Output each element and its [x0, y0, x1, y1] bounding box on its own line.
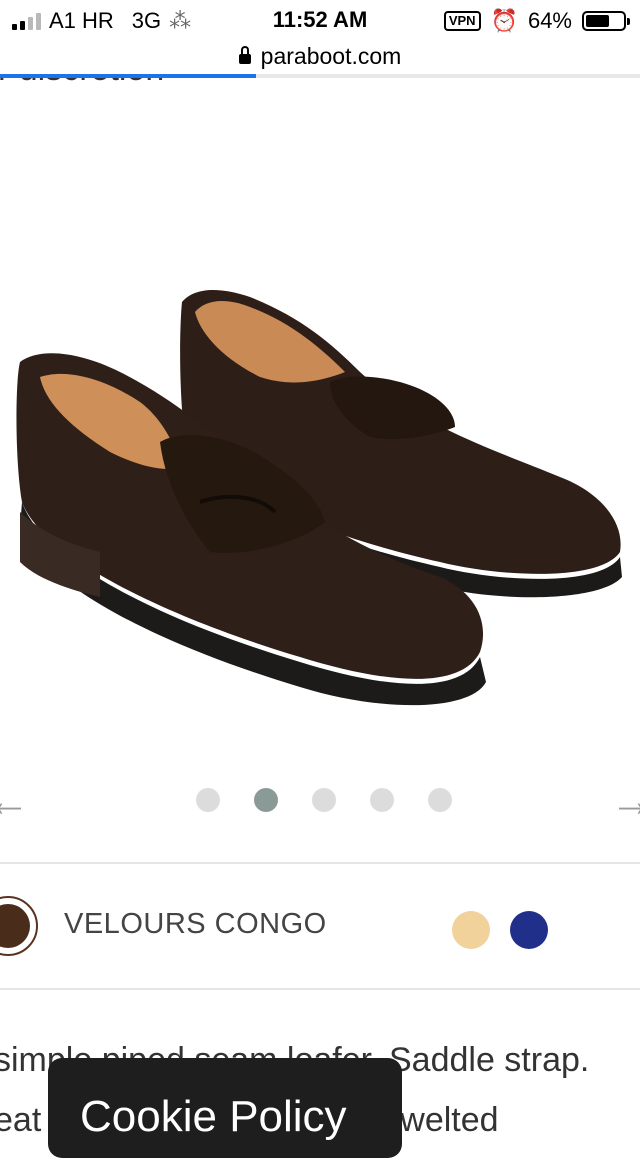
- next-image-arrow-icon[interactable]: →: [610, 780, 640, 824]
- carousel-dot[interactable]: [196, 788, 220, 812]
- carousel-dot[interactable]: [428, 788, 452, 812]
- selected-color-name: VELOURS CONGO: [64, 908, 327, 940]
- color-swatch-navy[interactable]: [510, 911, 548, 949]
- cookie-policy-title: Cookie Policy: [80, 1092, 347, 1141]
- battery-icon: [582, 11, 630, 31]
- status-right: VPN ⏰ 64%: [443, 8, 630, 34]
- page-load-progress: [0, 74, 640, 78]
- address-bar[interactable]: paraboot.com: [0, 38, 640, 74]
- cookie-policy-banner[interactable]: Cookie Policy: [48, 1058, 402, 1158]
- vpn-badge: VPN: [443, 11, 481, 31]
- carousel-dot[interactable]: [254, 788, 278, 812]
- color-swatch-beige[interactable]: [452, 911, 490, 949]
- url-text[interactable]: paraboot.com: [261, 43, 402, 70]
- lock-icon: [238, 46, 251, 64]
- divider: [0, 988, 640, 990]
- product-image[interactable]: [0, 82, 640, 762]
- carousel-dots: [196, 788, 452, 812]
- divider: [0, 862, 640, 864]
- carousel-dot[interactable]: [370, 788, 394, 812]
- selected-color-swatch[interactable]: [0, 896, 38, 956]
- loafers-illustration: [16, 290, 622, 706]
- status-bar: A1 HR 3G ⁂ 11:52 AM VPN ⏰ 64%: [0, 0, 640, 40]
- color-selector: VELOURS CONGO: [0, 866, 640, 990]
- previous-image-arrow-icon[interactable]: ←: [0, 780, 30, 824]
- carousel-dot[interactable]: [312, 788, 336, 812]
- battery-percent: 64%: [527, 8, 572, 33]
- alarm-icon: ⏰: [490, 8, 518, 33]
